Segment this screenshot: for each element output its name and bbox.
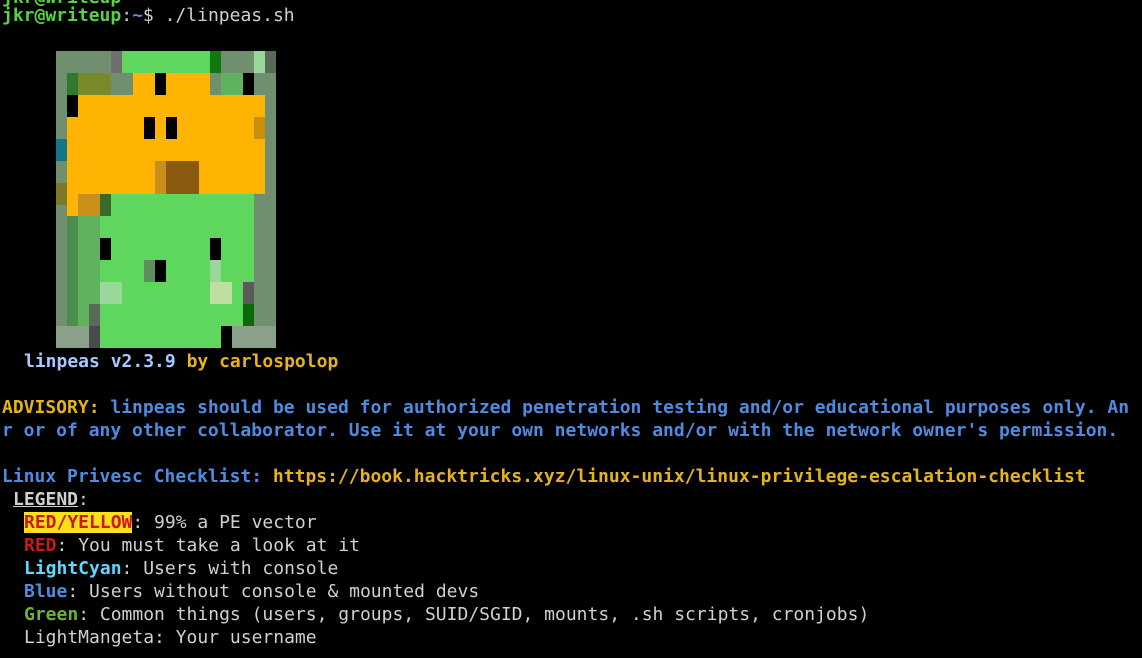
checklist-line: Linux Privesc Checklist: https://book.ha… [2, 465, 1086, 488]
prompt-path: ~ [132, 5, 143, 26]
prompt-symbol: $ [142, 5, 165, 26]
advisory-label: ADVISORY: [2, 397, 100, 418]
legend-desc: : 99% a PE vector [132, 512, 317, 533]
legend-desc: : You must take a look at it [56, 535, 360, 556]
legend-item: Blue: Users without console & mounted de… [24, 580, 479, 603]
prompt-line: jkr@writeup:~$ ./linpeas.sh [2, 4, 295, 27]
legend-desc: : Your username [154, 627, 317, 648]
legend-item: LightMangeta: Your username [24, 626, 317, 649]
legend-item: RED/YELLOW: 99% a PE vector [24, 511, 317, 534]
prompt-user-host: jkr@writeup [2, 5, 122, 26]
banner-author: by carlospolop [186, 351, 339, 372]
linpeas-pixel-art [56, 51, 276, 348]
checklist-label: Linux Privesc Checklist: [2, 466, 263, 487]
advisory-line-1: ADVISORY: linpeas should be used for aut… [2, 396, 1129, 419]
legend-key-red-yellow: RED/YELLOW [24, 512, 133, 533]
advisory-text-2: r or of any other collaborator. Use it a… [2, 420, 1119, 441]
legend-title-line: LEGEND: [13, 489, 89, 510]
legend-key-lightcyan: LightCyan [24, 558, 122, 579]
banner-name: linpeas v2.3.9 [24, 351, 176, 372]
prompt-separator: : [121, 5, 133, 26]
legend-item: Green: Common things (users, groups, SUI… [24, 603, 869, 626]
legend-item: LightCyan: Users with console [24, 557, 338, 580]
legend-key-blue: Blue [24, 581, 68, 602]
checklist-url[interactable]: https://book.hacktricks.xyz/linux-unix/l… [262, 466, 1086, 487]
legend-key-red: RED [24, 535, 57, 556]
legend-key-lightmangeta: LightMangeta [24, 627, 155, 648]
legend-desc: : Users with console [121, 558, 339, 579]
prompt-command: ./linpeas.sh [164, 5, 295, 26]
legend-desc: : Users without console & mounted devs [67, 581, 480, 602]
terminal-window[interactable]: jkr@writeup jkr@writeup:~$ ./linpeas.sh [0, 0, 1142, 658]
legend-item: RED: You must take a look at it [24, 534, 360, 557]
advisory-text-1: linpeas should be used for authorized pe… [99, 397, 1130, 418]
banner-line: linpeas v2.3.9 by carlospolop [24, 350, 338, 373]
legend-title: LEGEND [13, 489, 79, 510]
legend-desc: : Common things (users, groups, SUID/SGI… [78, 604, 870, 625]
legend-key-green: Green [24, 604, 79, 625]
advisory-line-2: r or of any other collaborator. Use it a… [2, 419, 1118, 442]
